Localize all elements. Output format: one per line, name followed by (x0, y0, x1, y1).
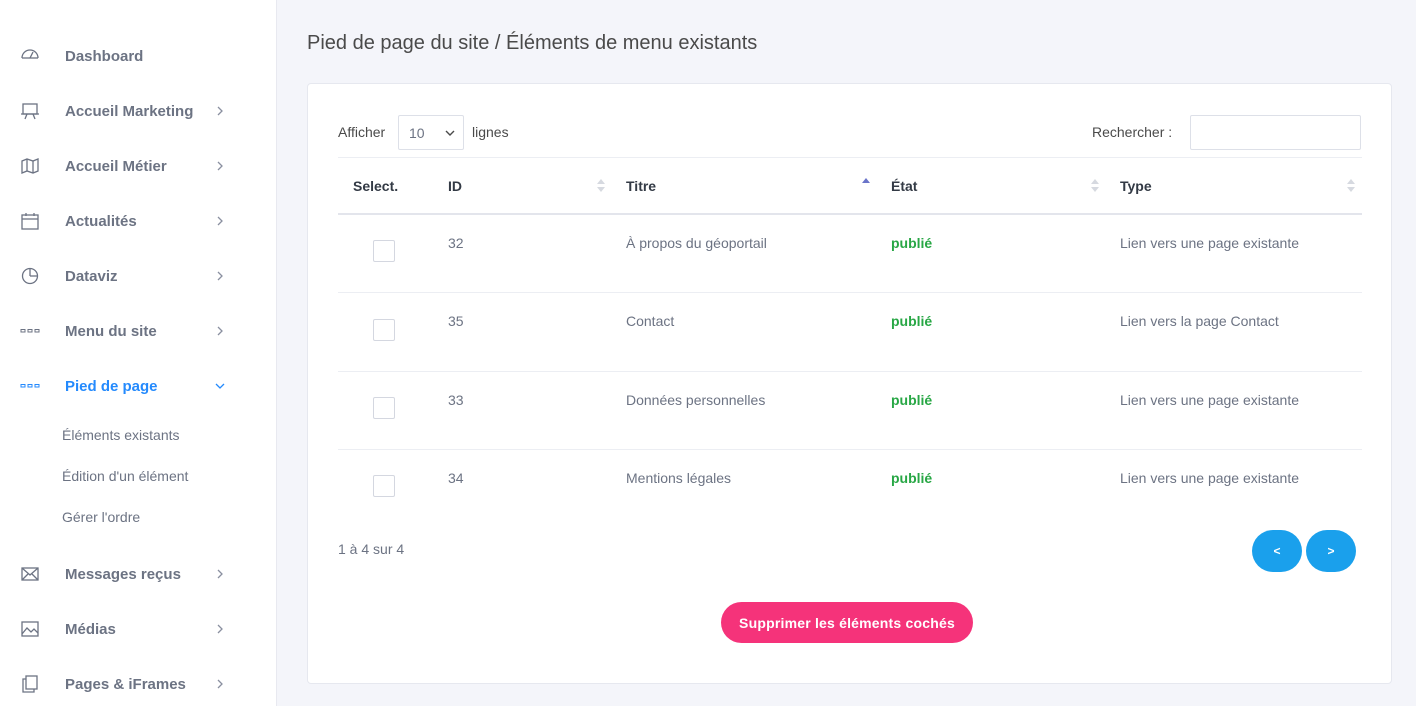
sidebar-item-actualites[interactable]: Actualités (0, 201, 276, 241)
sidebar-item-label: Actualités (65, 212, 137, 230)
subitem-edition-element[interactable]: Édition d'un élément (62, 468, 188, 484)
envelope-icon (21, 567, 39, 581)
row-type: Lien vers une page existante (1120, 235, 1300, 251)
table-info: 1 à 4 sur 4 (338, 541, 405, 557)
page-size-value: 10 (409, 125, 425, 141)
sidebar-item-label: Dataviz (65, 267, 118, 285)
dots-icon (20, 329, 40, 333)
row-state: publié (891, 470, 933, 486)
sidebar-item-messages-recus[interactable]: Messages reçus (0, 554, 276, 594)
search-input[interactable] (1190, 115, 1361, 150)
row-id: 32 (448, 235, 464, 251)
chevron-right-icon (217, 569, 223, 579)
presentation-icon (21, 103, 39, 120)
row-state: publié (891, 235, 933, 251)
divider (338, 157, 1362, 158)
search-label: Rechercher : (1092, 124, 1173, 140)
row-title: Données personnelles (626, 392, 766, 408)
table-card: Afficher 10 lignes Rechercher : Select. … (307, 83, 1392, 684)
column-header-titre[interactable]: Titre (626, 178, 656, 194)
sidebar-item-label: Menu du site (65, 322, 157, 340)
row-checkbox[interactable] (373, 319, 395, 341)
column-header-etat[interactable]: État (891, 178, 917, 194)
row-state: publié (891, 392, 933, 408)
sidebar-item-pied-de-page[interactable]: Pied de page (0, 366, 276, 406)
column-header-id[interactable]: ID (448, 178, 462, 194)
sidebar: Dashboard Accueil Marketing Accueil Méti… (0, 0, 277, 706)
row-type: Lien vers la page Contact (1120, 313, 1279, 329)
chevron-down-icon (215, 383, 225, 389)
sidebar-item-label: Accueil Métier (65, 157, 167, 175)
row-checkbox[interactable] (373, 475, 395, 497)
row-type: Lien vers une page existante (1120, 470, 1300, 486)
sidebar-item-label: Accueil Marketing (65, 102, 194, 120)
row-id: 33 (448, 392, 464, 408)
sort-icon[interactable] (596, 177, 606, 194)
column-header-select: Select. (353, 178, 399, 194)
sidebar-item-accueil-marketing[interactable]: Accueil Marketing (0, 91, 276, 131)
sidebar-item-accueil-metier[interactable]: Accueil Métier (0, 146, 276, 186)
chevron-right-icon (217, 679, 223, 689)
image-icon (21, 621, 39, 637)
sort-icon[interactable] (1090, 177, 1100, 194)
previous-page-button[interactable]: < (1252, 530, 1302, 572)
row-divider (338, 449, 1362, 450)
sidebar-item-label: Pages & iFrames (65, 675, 186, 693)
chevron-right-icon (217, 271, 223, 281)
sort-asc-icon[interactable] (861, 176, 871, 193)
page-size-select[interactable]: 10 (398, 115, 464, 150)
pie-chart-icon (21, 267, 39, 285)
chevron-down-icon (445, 130, 455, 136)
sidebar-item-label: Messages reçus (65, 565, 181, 583)
header-divider (338, 213, 1362, 215)
chevron-right-icon (217, 161, 223, 171)
row-state: publié (891, 313, 933, 329)
subitem-gerer-ordre[interactable]: Gérer l'ordre (62, 509, 140, 525)
row-checkbox[interactable] (373, 397, 395, 419)
row-title: Mentions légales (626, 470, 732, 486)
row-id: 34 (448, 470, 464, 486)
row-type: Lien vers une page existante (1120, 392, 1300, 408)
dots-icon (20, 384, 40, 388)
gauge-icon (21, 49, 39, 59)
chevron-right-icon (217, 106, 223, 116)
sidebar-item-dashboard[interactable]: Dashboard (0, 36, 276, 76)
row-title: Contact (626, 313, 675, 329)
sidebar-item-label: Médias (65, 620, 116, 638)
sort-icon[interactable] (1346, 177, 1356, 194)
next-page-button[interactable]: > (1306, 530, 1356, 572)
row-title: À propos du géoportail (626, 235, 767, 251)
column-header-type[interactable]: Type (1120, 178, 1152, 194)
calendar-icon (21, 213, 39, 230)
chevron-right-icon (217, 624, 223, 634)
chevron-right-icon (217, 216, 223, 226)
map-icon (21, 158, 39, 174)
chevron-right-icon (217, 326, 223, 336)
documents-icon (22, 675, 38, 693)
sidebar-item-menu-du-site[interactable]: Menu du site (0, 311, 276, 351)
row-divider (338, 371, 1362, 372)
subitem-elements-existants[interactable]: Éléments existants (62, 427, 180, 443)
sidebar-item-dataviz[interactable]: Dataviz (0, 256, 276, 296)
sidebar-item-pages-iframes[interactable]: Pages & iFrames (0, 664, 276, 704)
page-title: Pied de page du site / Éléments de menu … (307, 32, 758, 54)
row-divider (338, 292, 1362, 293)
rows-label: lignes (472, 124, 509, 140)
sidebar-item-label: Dashboard (65, 47, 144, 65)
show-label: Afficher (338, 124, 386, 140)
row-checkbox[interactable] (373, 240, 395, 262)
row-id: 35 (448, 313, 464, 329)
sidebar-item-medias[interactable]: Médias (0, 609, 276, 649)
sidebar-item-label: Pied de page (65, 377, 158, 395)
delete-checked-button[interactable]: Supprimer les éléments cochés (721, 602, 973, 643)
